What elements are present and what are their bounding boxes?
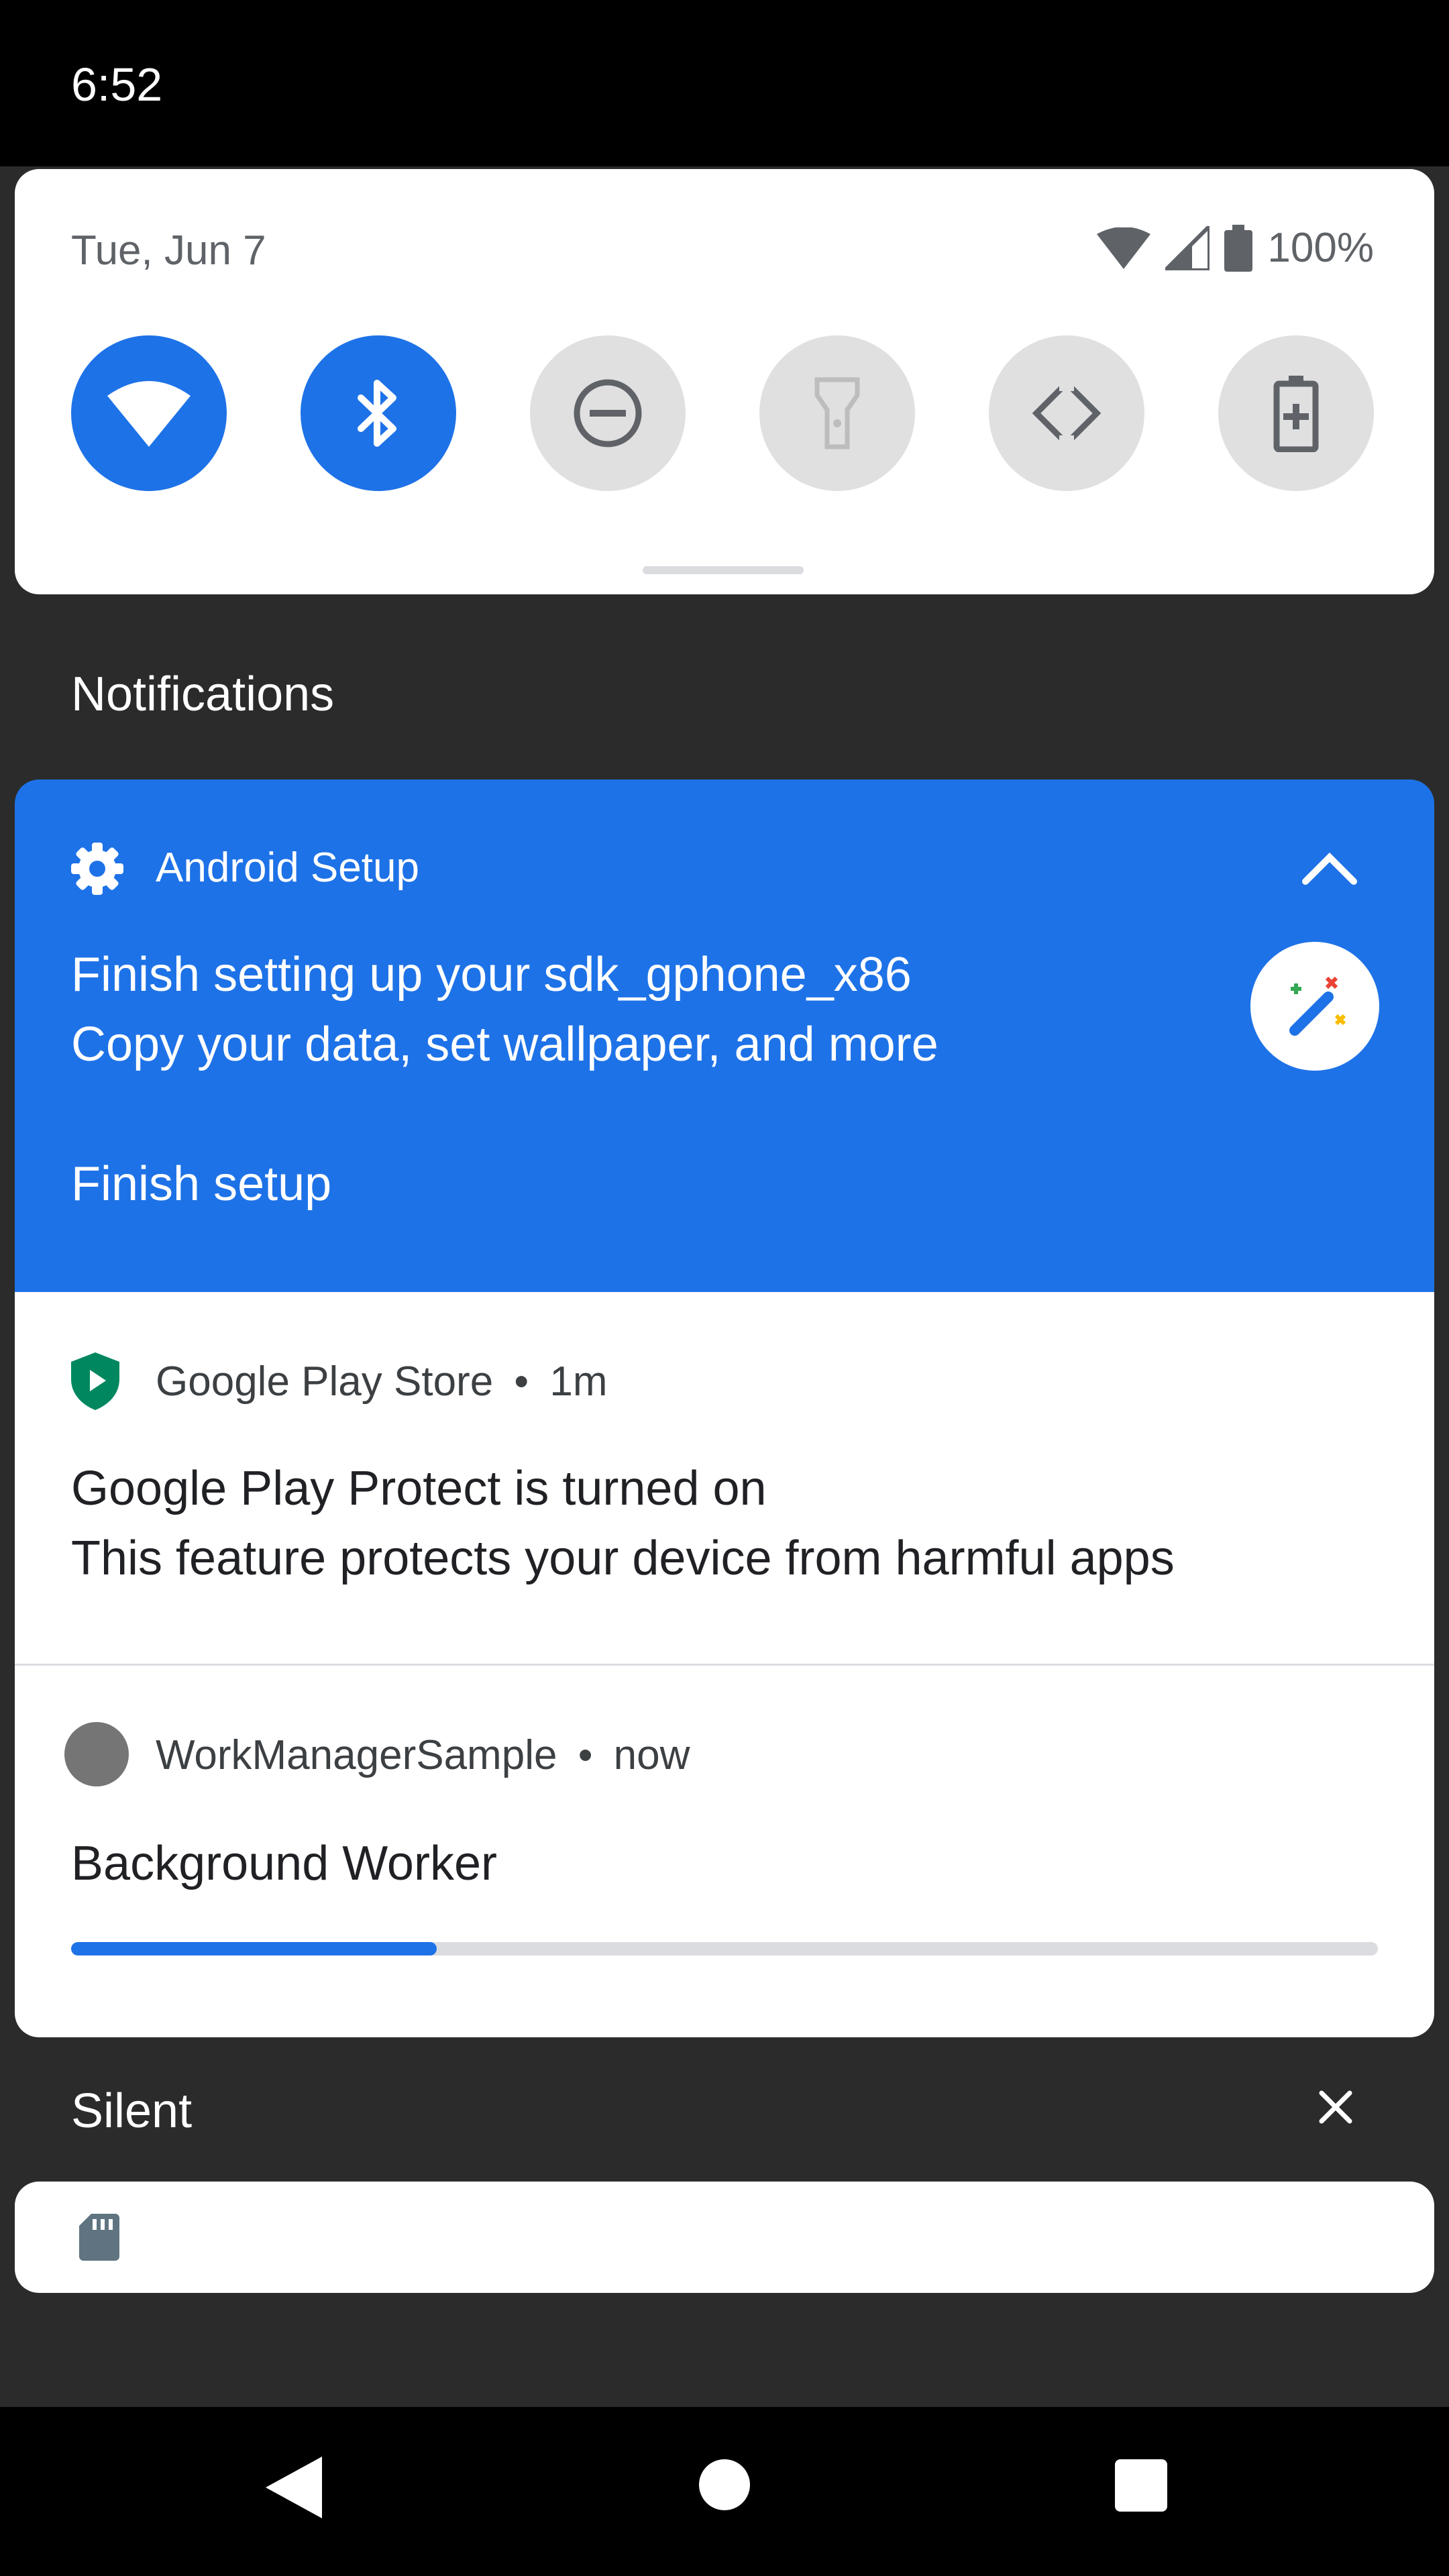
battery-percent: 100% [1267,225,1374,271]
bluetooth-tile[interactable] [301,335,456,491]
navigation-bar [0,2407,1449,2576]
play-protect-shield-icon [71,1352,119,1410]
play-app-name: Google Play Store [156,1358,494,1405]
magic-wand-icon [1289,976,1346,1036]
status-bar: 6:52 [0,0,1449,166]
setup-wand-avatar [1250,942,1379,1071]
bluetooth-icon [358,380,396,447]
status-clock: 6:52 [71,58,163,111]
header-separator: • [578,1732,593,1778]
setup-app-name: Android Setup [156,845,419,891]
qs-status-icons: 100% [1097,224,1374,272]
wifi-icon [107,381,191,447]
quick-settings-panel: Tue, Jun 7 100% [15,169,1434,594]
work-title: Background Worker [71,1837,497,1890]
auto-rotate-icon [1032,376,1102,450]
setup-text: Copy your data, set wallpaper, and more [71,1018,938,1071]
silent-notification[interactable] [15,2182,1434,2293]
silent-section-label: Silent [71,2084,193,2138]
play-title: Google Play Protect is turned on [71,1462,767,1515]
flashlight-tile[interactable] [759,335,915,491]
work-manager-notification[interactable]: WorkManagerSample • now Background Worke… [15,1666,1434,2037]
wifi-tile[interactable] [71,335,227,491]
work-time: now [613,1732,690,1778]
play-time: 1m [549,1358,608,1405]
auto-rotate-tile[interactable] [989,335,1144,491]
qs-drag-handle[interactable] [643,566,804,574]
do-not-disturb-icon [574,379,642,447]
work-app-name: WorkManagerSample [156,1732,557,1778]
battery-icon [1224,224,1253,272]
header-separator: • [514,1358,529,1405]
progress-fill [71,1942,437,1955]
battery-saver-tile[interactable] [1218,335,1374,491]
play-app-header: Google Play Store • 1m [156,1358,608,1405]
do-not-disturb-tile[interactable] [530,335,686,491]
gear-icon [71,843,123,895]
play-text: This feature protects your device from h… [71,1532,1175,1585]
home-button[interactable] [699,2459,750,2510]
recents-button[interactable] [1115,2459,1167,2512]
work-app-header: WorkManagerSample • now [156,1731,690,1779]
play-store-notification[interactable]: Google Play Store • 1m Google Play Prote… [15,1292,1434,1664]
setup-title: Finish setting up your sdk_gphone_x86 [71,948,912,1002]
flashlight-icon [814,377,860,449]
progress-bar [71,1942,1378,1955]
close-icon[interactable] [1312,2084,1359,2131]
chevron-up-icon[interactable] [1296,841,1363,895]
back-icon[interactable] [266,2457,322,2518]
cell-signal-icon [1165,225,1210,270]
sd-card-icon [79,2214,119,2261]
app-dot-icon [64,1722,129,1786]
setup-notification[interactable]: Android Setup Finish setting up your sdk… [15,780,1434,1292]
qs-date[interactable]: Tue, Jun 7 [71,227,266,274]
wifi-signal-icon [1097,227,1151,269]
finish-setup-button[interactable]: Finish setup [71,1157,331,1212]
notifications-header: Notifications [71,667,335,721]
battery-saver-icon [1273,376,1319,452]
